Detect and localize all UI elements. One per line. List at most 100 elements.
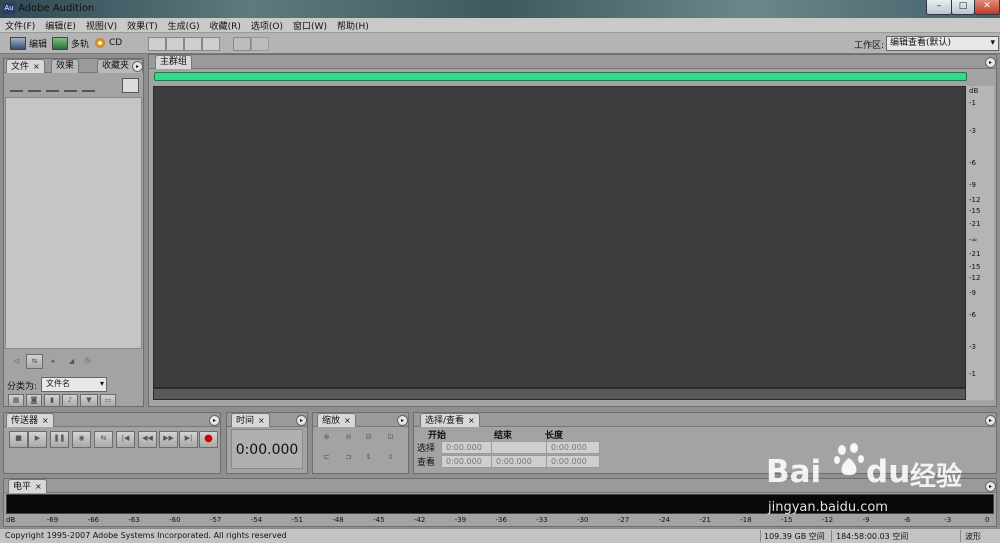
insert-icon[interactable] (64, 79, 77, 92)
time-selection-icon[interactable] (233, 37, 251, 51)
menu-view[interactable]: 视图(V) (81, 18, 122, 32)
sort-select[interactable]: 文件名 ▾ (41, 377, 107, 392)
cd-view-button[interactable]: CD (95, 36, 122, 50)
view-length-field[interactable]: 0:00.000 (546, 455, 600, 468)
zoom-out-horizontal-icon[interactable]: ⊖ (341, 431, 356, 444)
close-icon[interactable]: × (344, 416, 351, 425)
menu-effects[interactable]: 效果(T) (122, 18, 163, 32)
filter-icon[interactable]: ▼ (80, 394, 98, 407)
play-icon[interactable]: ▸ (46, 355, 61, 368)
fast-forward-button[interactable]: ▶▶ (159, 431, 178, 448)
show-audio-icon[interactable]: ▦ (8, 394, 24, 407)
zoom-left-edge-icon[interactable]: ⊏ (319, 451, 334, 464)
watermark-brand-cn: 经验 (910, 462, 963, 492)
menu-generate[interactable]: 生成(G) (163, 18, 205, 32)
close-icon[interactable]: × (35, 482, 42, 491)
multitrack-view-button[interactable]: 多轨 (52, 36, 89, 50)
time-free-text: 184:58:00.03 空间 (836, 532, 909, 541)
selection-start-field[interactable]: 0:00.000 (441, 441, 495, 454)
status-divider (831, 530, 832, 542)
tab-transport[interactable]: 传送器 × (6, 413, 54, 427)
menu-favorites[interactable]: 收藏(R) (205, 18, 246, 32)
show-loops-icon[interactable]: ◙ (26, 394, 42, 407)
show-video-icon[interactable]: ▮ (44, 394, 60, 407)
minimize-button[interactable]: – (926, 0, 952, 15)
edit-file-icon[interactable] (82, 79, 95, 92)
level-scale-tick: -51 (291, 516, 303, 524)
panel-menu-icon[interactable]: ▸ (397, 415, 408, 426)
open-file-icon[interactable] (10, 79, 23, 92)
panel-menu-icon[interactable]: ▸ (209, 415, 220, 426)
close-icon[interactable]: × (33, 62, 40, 71)
panel-menu-icon[interactable]: ▸ (296, 415, 307, 426)
main-editor-panel: 主群组 ▸ (148, 54, 997, 407)
go-to-start-button[interactable]: |◀ (116, 431, 135, 448)
pan-view-icon[interactable] (184, 37, 202, 51)
phase-view-icon[interactable] (202, 37, 220, 51)
close-icon[interactable]: × (258, 416, 265, 425)
go-to-end-button[interactable]: ▶| (179, 431, 198, 448)
tab-level[interactable]: 电平 × (8, 479, 47, 493)
db-tick: -21 (969, 220, 981, 228)
selection-length-field[interactable]: 0:00.000 (546, 441, 600, 454)
tab-selection-view[interactable]: 选择/查看 × (420, 413, 480, 427)
spectral-view-icon[interactable] (148, 37, 166, 51)
tab-zoom[interactable]: 缩放 × (317, 413, 356, 427)
panel-menu-icon[interactable]: ▸ (132, 61, 143, 72)
level-scale-tick: -69 (46, 516, 59, 524)
menu-help[interactable]: 帮助(H) (332, 18, 374, 32)
stop-button[interactable]: ■ (9, 431, 28, 448)
menu-options[interactable]: 选项(O) (246, 18, 288, 32)
play-button[interactable]: ▶ (28, 431, 47, 448)
play-from-cursor-button[interactable]: ◉ (72, 431, 91, 448)
full-path-icon[interactable]: ▭ (100, 394, 116, 407)
zoom-selection-icon[interactable]: ⊡ (383, 431, 398, 444)
autoplay-icon[interactable]: ◷ (80, 354, 95, 367)
menu-file[interactable]: 文件(F) (0, 18, 40, 32)
workspace-select[interactable]: 编辑查看(默认) ▾ (886, 36, 999, 51)
db-tick: -1 (969, 99, 976, 107)
tab-time[interactable]: 时间 × (231, 413, 270, 427)
panel-menu-icon[interactable]: ▸ (985, 57, 996, 68)
timeline-ruler[interactable] (153, 388, 966, 400)
waveform-view-icon[interactable] (166, 37, 184, 51)
menu-edit[interactable]: 编辑(E) (40, 18, 81, 32)
tab-effects[interactable]: 效果 (51, 59, 80, 73)
file-list[interactable] (5, 97, 142, 349)
maximize-button[interactable]: □ (951, 0, 975, 15)
db-tick: -15 (969, 207, 981, 215)
tab-main-group[interactable]: 主群组 (155, 55, 193, 69)
loop-button[interactable]: ⇆ (26, 354, 43, 369)
marquee-tool-icon[interactable] (251, 37, 269, 51)
view-options-icon[interactable] (122, 78, 139, 93)
close-file-icon[interactable] (46, 79, 59, 92)
zoom-out-full-icon[interactable]: ⊟ (361, 431, 376, 444)
waveform-display[interactable] (153, 86, 966, 388)
zoom-right-edge-icon[interactable]: ⊐ (341, 451, 356, 464)
loop-play-button[interactable]: ⇆ (94, 431, 113, 448)
close-button[interactable]: ✕ (974, 0, 1000, 15)
tab-files[interactable]: 文件 × (6, 59, 45, 73)
rewind-button[interactable]: ◀◀ (138, 431, 157, 448)
menu-window[interactable]: 窗口(W) (288, 18, 332, 32)
show-midi-icon[interactable]: ♪ (62, 394, 78, 407)
view-end-field[interactable]: 0:00.000 (491, 455, 548, 468)
pause-button[interactable]: ❚❚ (50, 431, 69, 448)
close-icon[interactable]: × (468, 416, 475, 425)
zoom-out-vertical-icon[interactable]: ⇳ (383, 451, 398, 464)
close-icon[interactable]: × (42, 416, 49, 425)
overview-bar[interactable] (154, 72, 967, 81)
edit-view-button[interactable]: 编辑 (10, 36, 47, 50)
panel-menu-icon[interactable]: ▸ (985, 415, 996, 426)
zoom-in-vertical-icon[interactable]: ⇕ (361, 451, 376, 464)
speaker-icon[interactable]: ◁ (9, 355, 24, 368)
selection-end-field[interactable] (491, 441, 548, 454)
chevron-down-icon: ▾ (99, 379, 104, 388)
waveform-icon (10, 36, 26, 50)
import-file-icon[interactable] (28, 79, 41, 92)
record-button[interactable]: ● (199, 431, 218, 448)
db-tick: -3 (969, 127, 976, 135)
zoom-in-horizontal-icon[interactable]: ⊕ (319, 431, 334, 444)
workspace-value: 编辑查看(默认) (890, 38, 952, 48)
view-start-field[interactable]: 0:00.000 (441, 455, 495, 468)
